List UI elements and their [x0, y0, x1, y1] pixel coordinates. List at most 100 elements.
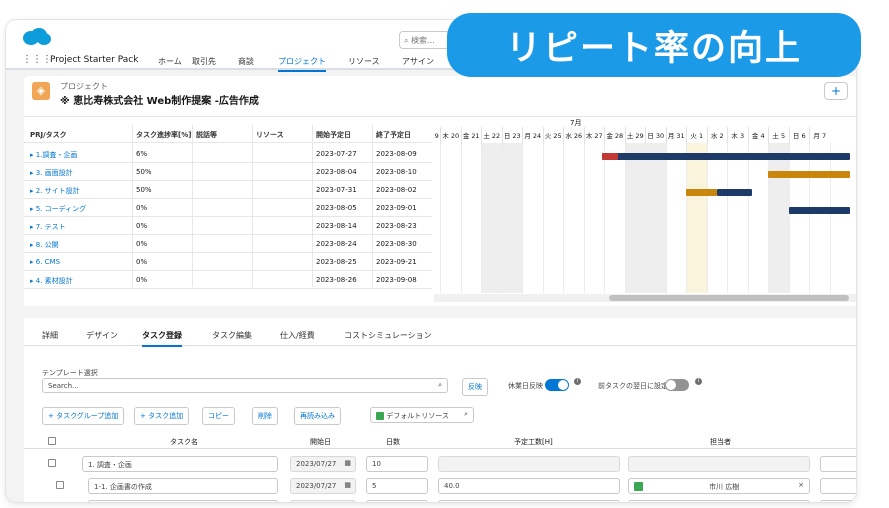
nav-tab-assign[interactable]: アサイン: [402, 56, 434, 67]
gantt-row[interactable]: ▸ 3. 画面設計 50% 2023-08-04 2023-08-10: [24, 163, 432, 181]
day-label: 木 27: [583, 127, 605, 145]
col-task-name: タスク名: [170, 438, 198, 446]
task-name-input[interactable]: 1-2. スケジュールの作成: [88, 500, 278, 502]
gantt-task-end: 2023-08-30: [376, 240, 417, 248]
template-search-input[interactable]: Search... ⌕: [42, 378, 448, 393]
scrollbar-thumb[interactable]: [609, 295, 849, 301]
calendar-icon[interactable]: ▦: [344, 481, 351, 489]
column-divider: [312, 125, 313, 287]
start-date-input[interactable]: 2023/07/27▦: [290, 478, 356, 494]
holiday-label: 休業日反映: [508, 382, 543, 390]
gantt-task-name[interactable]: ▸ 6. CMS: [30, 258, 130, 266]
task-name-input[interactable]: 1-1. 企画書の作成: [88, 478, 278, 494]
nav-tab-projects[interactable]: プロジェクト: [278, 56, 326, 72]
gantt-task-name[interactable]: ▸ 2. サイト設計: [30, 186, 130, 196]
start-date-input[interactable]: 2023/07/27▦: [290, 500, 356, 502]
gantt-task-start: 2023-08-25: [316, 258, 357, 266]
gantt-row[interactable]: ▸ 7. テスト 0% 2023-08-14 2023-08-23: [24, 217, 432, 235]
planned-hours-input[interactable]: 40.0: [438, 478, 620, 494]
gantt-task-name[interactable]: ▸ 4. 素材設計: [30, 276, 130, 286]
col-header-progress: タスク進捗率[%]: [136, 131, 192, 139]
gantt-row[interactable]: ▸ 6. CMS 0% 2023-08-25 2023-09-21: [24, 253, 432, 271]
nav-tab-opportunities[interactable]: 商談: [238, 56, 254, 67]
gantt-bar[interactable]: [686, 189, 717, 196]
days-input[interactable]: 5: [366, 478, 428, 494]
tab-details[interactable]: 詳細: [42, 330, 58, 341]
owner-lookup[interactable]: 市川 広樹×: [628, 478, 810, 494]
day-label: 木 20: [440, 127, 461, 145]
gantt-task-start: 2023-07-27: [316, 150, 357, 158]
gantt-row[interactable]: ▸ 2. サイト設計 50% 2023-07-31 2023-08-02: [24, 181, 432, 199]
owner-lookup[interactable]: 市川 広樹×: [628, 500, 810, 502]
gantt-chart[interactable]: 7月 9木 20 金 21 土 22 日 23 月 24 火 25 水 26 木 27 金 28…: [434, 117, 856, 307]
start-date-input[interactable]: 2023/07/27▦: [290, 456, 356, 472]
gantt-row[interactable]: ▸ 8. 公開 0% 2023-08-24 2023-08-30: [24, 235, 432, 253]
delete-button[interactable]: 削除: [252, 407, 278, 425]
nav-tab-resources[interactable]: リソース: [348, 56, 380, 67]
col-header-task: PRJ/タスク: [30, 131, 67, 139]
day-column: [460, 143, 482, 293]
day-column: [604, 143, 625, 293]
days-input[interactable]: 10: [366, 456, 428, 472]
calendar-icon[interactable]: ▦: [344, 459, 351, 467]
nav-tab-accounts[interactable]: 取引先: [192, 56, 216, 67]
nav-tab-home[interactable]: ホーム: [158, 56, 182, 67]
tab-purchases[interactable]: 仕入/経費: [280, 330, 315, 341]
gantt-bar[interactable]: [716, 189, 752, 196]
reflect-button[interactable]: 反映: [462, 378, 488, 396]
resource-icon: [376, 412, 384, 420]
extra-field[interactable]: [820, 478, 856, 494]
days-input[interactable]: 5: [366, 500, 428, 502]
resource-placeholder: デフォルトリソース: [386, 412, 449, 420]
add-task-group-button[interactable]: + タスクグループ追加: [42, 407, 125, 425]
owner-lookup[interactable]: [628, 456, 810, 472]
default-resource-input[interactable]: デフォルトリソース ⌕: [370, 407, 474, 423]
day-label: 日 23: [501, 127, 523, 145]
gantt-row[interactable]: ▸ 1.調査・企画 6% 2023-07-27 2023-08-09: [24, 145, 432, 163]
row-checkbox[interactable]: [48, 459, 56, 467]
reload-button[interactable]: 再読み込み: [294, 407, 341, 425]
day-label: 金 21: [460, 127, 482, 145]
gantt-task-name[interactable]: ▸ 3. 画面設計: [30, 168, 130, 178]
gantt-bar[interactable]: [788, 207, 850, 214]
gantt-task-name[interactable]: ▸ 7. テスト: [30, 222, 130, 232]
day-column: [501, 143, 522, 293]
tab-task-register[interactable]: タスク登録: [142, 330, 182, 347]
copy-button[interactable]: コピー: [202, 407, 235, 425]
select-all-checkbox[interactable]: [48, 437, 56, 445]
day-column: [706, 143, 728, 293]
clear-icon[interactable]: ×: [798, 481, 804, 489]
planned-hours-input[interactable]: 40.0: [438, 500, 620, 502]
add-task-button[interactable]: + タスク追加: [134, 407, 190, 425]
holiday-toggle[interactable]: [545, 379, 569, 391]
gantt-row[interactable]: ▸ 5. コーディング 0% 2023-08-05 2023-09-01: [24, 199, 432, 217]
tab-task-edit[interactable]: タスク編集: [212, 330, 252, 341]
gantt-task-start: 2023-08-24: [316, 240, 357, 248]
row-checkbox[interactable]: [56, 481, 64, 489]
gantt-bar[interactable]: [768, 171, 850, 178]
day-label: 木 3: [727, 127, 748, 145]
search-icon: ⌕: [438, 381, 442, 389]
prev-task-toggle[interactable]: [665, 379, 689, 391]
extra-field[interactable]: [820, 500, 856, 502]
add-button[interactable]: +: [824, 82, 848, 100]
app-launcher-icon[interactable]: ⋮⋮⋮: [22, 54, 52, 65]
gantt-task-name[interactable]: ▸ 8. 公開: [30, 240, 130, 250]
task-table-header: タスク名 開始日 日数 予定工数[H] 担当者: [24, 435, 856, 449]
gantt-task-end: 2023-09-01: [376, 204, 417, 212]
horizontal-scrollbar[interactable]: [434, 294, 856, 302]
detail-tabs: 詳細 デザイン タスク登録 タスク編集 仕入/経費 コストシミュレーション: [24, 330, 856, 347]
planned-hours-input[interactable]: [438, 456, 620, 472]
gantt-task-name[interactable]: ▸ 1.調査・企画: [30, 150, 130, 160]
gantt-task-progress: 0%: [136, 276, 148, 284]
gantt-row[interactable]: ▸ 4. 素材設計 0% 2023-08-26 2023-09-08: [24, 271, 432, 289]
task-name-input[interactable]: 1. 調査・企画: [82, 456, 278, 472]
gantt-task-name[interactable]: ▸ 5. コーディング: [30, 204, 130, 214]
day-label: 金 28: [604, 127, 625, 145]
tab-cost-simulation[interactable]: コストシミュレーション: [344, 330, 432, 341]
gantt-bar[interactable]: [601, 153, 850, 160]
tab-design[interactable]: デザイン: [86, 330, 118, 341]
extra-field[interactable]: [820, 456, 856, 472]
gantt-bar[interactable]: [601, 153, 619, 160]
gantt-task-progress: 50%: [136, 168, 152, 176]
